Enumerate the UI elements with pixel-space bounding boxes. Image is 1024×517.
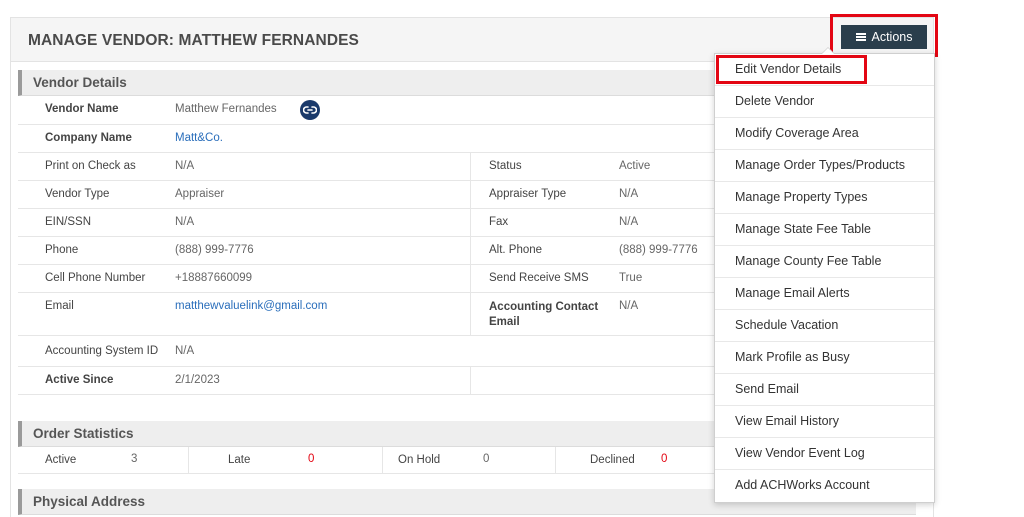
label-email: Email xyxy=(45,300,74,312)
menu-item-add-achworks-account[interactable]: Add ACHWorks Account xyxy=(715,470,934,502)
actions-button-highlight: Actions xyxy=(830,14,938,57)
label-cell-phone: Cell Phone Number xyxy=(45,272,146,284)
label-on-hold: On Hold xyxy=(398,454,441,466)
value-active: 3 xyxy=(131,453,138,465)
value-print-on-check: N/A xyxy=(175,160,195,172)
menu-item-mark-profile-busy[interactable]: Mark Profile as Busy xyxy=(715,342,934,374)
value-late: 0 xyxy=(308,453,315,465)
value-cell-phone: +18887660099 xyxy=(175,272,253,284)
label-declined: Declined xyxy=(590,454,635,466)
label-alt-phone: Alt. Phone xyxy=(489,244,543,256)
label-vendor-type: Vendor Type xyxy=(45,188,110,200)
menu-item-manage-state-fee-table[interactable]: Manage State Fee Table xyxy=(715,214,934,246)
menu-item-modify-coverage-area[interactable]: Modify Coverage Area xyxy=(715,118,934,150)
label-status: Status xyxy=(489,160,522,172)
label-accounting-email-line2: Email xyxy=(489,316,520,328)
value-vendor-type: Appraiser xyxy=(175,188,225,200)
value-vendor-name: Matthew Fernandes xyxy=(175,103,277,115)
value-accounting-email: N/A xyxy=(619,300,639,312)
menu-item-schedule-vacation[interactable]: Schedule Vacation xyxy=(715,310,934,342)
label-company-name: Company Name xyxy=(45,132,132,144)
label-sms: Send Receive SMS xyxy=(489,272,589,284)
link-email[interactable]: matthewvaluelink@gmail.com xyxy=(175,300,327,312)
value-fax: N/A xyxy=(619,216,639,228)
page-title: MANAGE VENDOR: MATTHEW FERNANDES xyxy=(28,32,359,49)
value-accounting-system: N/A xyxy=(175,345,195,357)
menu-item-manage-order-types[interactable]: Manage Order Types/Products xyxy=(715,150,934,182)
menu-item-manage-email-alerts[interactable]: Manage Email Alerts xyxy=(715,278,934,310)
label-vendor-name: Vendor Name xyxy=(45,103,119,115)
link-company-name[interactable]: Matt&Co. xyxy=(175,132,223,144)
label-accounting-email-line1: Accounting Contact xyxy=(489,301,599,313)
value-sms: True xyxy=(619,272,643,284)
value-active-since: 2/1/2023 xyxy=(175,374,220,386)
menu-item-manage-county-fee-table[interactable]: Manage County Fee Table xyxy=(715,246,934,278)
actions-button[interactable]: Actions xyxy=(841,25,927,49)
menu-item-send-email[interactable]: Send Email xyxy=(715,374,934,406)
value-alt-phone: (888) 999-7776 xyxy=(619,244,698,256)
label-active-since: Active Since xyxy=(45,374,114,386)
label-print-on-check: Print on Check as xyxy=(45,160,136,172)
label-accounting-email: Accounting Contact Email xyxy=(489,300,598,330)
label-phone: Phone xyxy=(45,244,79,256)
value-declined: 0 xyxy=(661,453,668,465)
label-accounting-system: Accounting System ID xyxy=(45,345,159,357)
value-on-hold: 0 xyxy=(483,453,490,465)
menu-item-view-email-history[interactable]: View Email History xyxy=(715,406,934,438)
value-status: Active xyxy=(619,160,651,172)
actions-label: Actions xyxy=(871,30,913,44)
value-ein: N/A xyxy=(175,216,195,228)
label-active: Active xyxy=(45,454,77,466)
label-ein: EIN/SSN xyxy=(45,216,92,228)
actions-dropdown: Edit Vendor Details Delete Vendor Modify… xyxy=(714,47,935,503)
edit-vendor-highlight xyxy=(716,55,867,84)
label-fax: Fax xyxy=(489,216,509,228)
link-icon[interactable] xyxy=(300,100,320,120)
label-appraiser-type: Appraiser Type xyxy=(489,188,567,200)
menu-item-delete-vendor[interactable]: Delete Vendor xyxy=(715,86,934,118)
menu-icon xyxy=(855,33,866,41)
label-late: Late xyxy=(228,454,251,466)
value-appraiser-type: N/A xyxy=(619,188,639,200)
value-phone: (888) 999-7776 xyxy=(175,244,254,256)
menu-item-view-vendor-event-log[interactable]: View Vendor Event Log xyxy=(715,438,934,470)
menu-item-manage-property-types[interactable]: Manage Property Types xyxy=(715,182,934,214)
